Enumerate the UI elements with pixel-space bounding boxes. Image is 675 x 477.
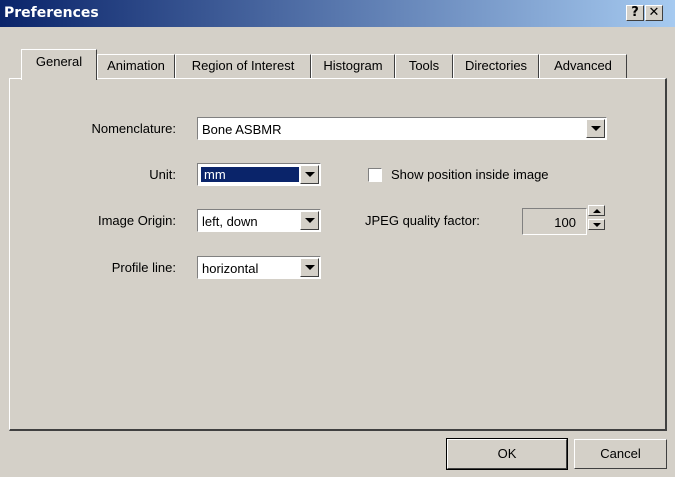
jpeg-quality-label: JPEG quality factor:: [365, 213, 480, 228]
tab-general[interactable]: General: [21, 49, 97, 80]
close-button[interactable]: ✕: [645, 5, 663, 21]
show-position-label[interactable]: Show position inside image: [391, 167, 549, 182]
tab-histogram[interactable]: Histogram: [311, 54, 395, 79]
unit-value: mm: [201, 167, 299, 182]
image-origin-label: Image Origin:: [97, 213, 176, 228]
chevron-down-icon[interactable]: [300, 258, 319, 277]
preferences-dialog: Preferences ? ✕ Animation Region of Inte…: [0, 0, 675, 477]
image-origin-dropdown[interactable]: left, down: [197, 209, 321, 232]
chevron-down-icon[interactable]: [300, 211, 319, 230]
profile-line-label: Profile line:: [111, 260, 176, 275]
image-origin-value: left, down: [202, 214, 258, 229]
spin-down-icon[interactable]: [588, 219, 605, 230]
chevron-down-icon[interactable]: [586, 119, 605, 138]
title-bar[interactable]: Preferences ? ✕: [0, 0, 675, 27]
profile-line-value: horizontal: [202, 261, 259, 276]
help-button[interactable]: ?: [626, 5, 644, 21]
close-icon: ✕: [648, 5, 660, 20]
profile-line-dropdown[interactable]: horizontal: [197, 256, 321, 279]
unit-label: Unit:: [149, 167, 176, 182]
nomenclature-label: Nomenclature:: [91, 121, 176, 136]
unit-dropdown[interactable]: mm: [197, 163, 321, 186]
spin-up-icon[interactable]: [588, 205, 605, 216]
jpeg-quality-input[interactable]: 100: [522, 208, 587, 235]
ok-button[interactable]: OK: [446, 438, 568, 470]
chevron-down-icon[interactable]: [300, 165, 319, 184]
tab-animation[interactable]: Animation: [97, 54, 175, 79]
nomenclature-value: Bone ASBMR: [202, 122, 282, 137]
tab-directories[interactable]: Directories: [453, 54, 539, 79]
jpeg-quality-value: 100: [554, 215, 576, 230]
tab-tools[interactable]: Tools: [395, 54, 453, 79]
cancel-button[interactable]: Cancel: [574, 439, 667, 469]
tab-advanced[interactable]: Advanced: [539, 54, 627, 79]
nomenclature-dropdown[interactable]: Bone ASBMR: [197, 117, 607, 140]
show-position-checkbox[interactable]: [368, 168, 382, 182]
tab-region-of-interest[interactable]: Region of Interest: [175, 54, 311, 79]
window-title: Preferences: [4, 5, 99, 21]
